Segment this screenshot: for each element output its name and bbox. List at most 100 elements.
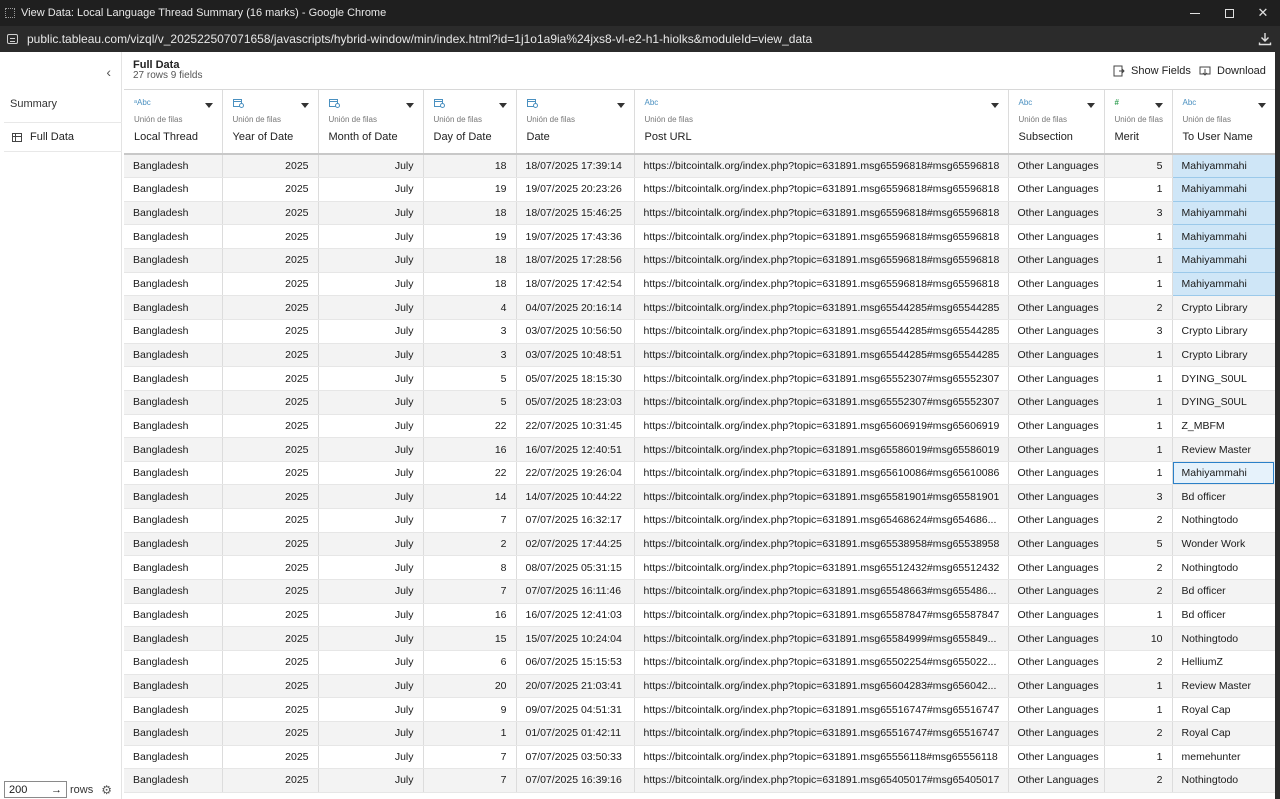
collapse-sidebar-icon[interactable]: ‹ (106, 64, 111, 80)
table-cell[interactable]: 7 (423, 745, 517, 770)
table-cell[interactable]: Bangladesh (124, 343, 223, 368)
table-row[interactable]: Bangladesh 2025 July 20 20/07/2025 21:03:41 h… (124, 674, 1275, 699)
table-cell[interactable]: Crypto Library (1172, 343, 1275, 368)
table-cell[interactable]: https://bitcointalk.org/index.php?topic=… (634, 224, 1009, 250)
table-cell[interactable]: Bangladesh (124, 697, 223, 722)
table-cell[interactable]: Nothingtodo (1172, 555, 1275, 581)
rows-input[interactable]: 200 → (4, 781, 67, 798)
table-cell[interactable]: HelliumZ (1172, 650, 1275, 675)
table-row[interactable]: Bangladesh 2025 July 2 02/07/2025 17:44:25 ht… (124, 532, 1275, 557)
table-cell[interactable]: 22/07/2025 19:26:04 (516, 461, 635, 486)
table-cell[interactable]: Bangladesh (124, 272, 223, 297)
table-cell[interactable]: 7 (423, 768, 517, 793)
table-cell[interactable]: July (318, 697, 424, 722)
table-cell[interactable]: 1 (1104, 414, 1173, 439)
table-cell[interactable]: https://bitcointalk.org/index.php?topic=… (634, 745, 1009, 770)
table-cell[interactable]: https://bitcointalk.org/index.php?topic=… (634, 768, 1009, 793)
table-cell[interactable]: Bangladesh (124, 177, 223, 202)
table-row[interactable]: Bangladesh 2025 July 7 07/07/2025 16:39:16 ht… (124, 768, 1275, 793)
table-cell[interactable]: 2025 (222, 343, 319, 368)
table-cell[interactable]: 2 (1104, 508, 1173, 533)
table-row[interactable]: Bangladesh 2025 July 18 18/07/2025 15:46:25 h… (124, 200, 1275, 226)
table-cell[interactable]: https://bitcointalk.org/index.php?topic=… (634, 697, 1009, 722)
table-cell[interactable]: https://bitcointalk.org/index.php?topic=… (634, 508, 1009, 533)
table-cell[interactable]: 2025 (222, 295, 319, 320)
table-cell[interactable]: 1 (1104, 177, 1173, 202)
table-cell[interactable]: 1 (1104, 343, 1173, 368)
table-row[interactable]: Bangladesh 2025 July 15 15/07/2025 10:24:04 h… (124, 626, 1275, 651)
table-cell[interactable]: Other Languages (1008, 224, 1105, 250)
table-cell[interactable]: https://bitcointalk.org/index.php?topic=… (634, 272, 1009, 297)
table-cell[interactable]: 07/07/2025 16:39:16 (516, 768, 635, 793)
table-cell[interactable]: 2025 (222, 366, 319, 391)
table-cell[interactable]: https://bitcointalk.org/index.php?topic=… (634, 201, 1009, 226)
table-cell[interactable]: July (318, 650, 424, 675)
column-header[interactable]: Abc Unión de filas To User Name (1172, 90, 1275, 155)
table-cell[interactable]: 1 (423, 721, 517, 746)
table-cell[interactable]: 2025 (222, 697, 319, 722)
table-cell[interactable]: Bd officer (1172, 579, 1275, 604)
table-cell[interactable]: 09/07/2025 04:51:31 (516, 697, 635, 722)
table-cell[interactable]: 1 (1104, 437, 1173, 462)
table-cell[interactable]: 2025 (222, 508, 319, 533)
table-cell[interactable]: Bangladesh (124, 366, 223, 391)
table-cell[interactable]: DYING_S0UL (1172, 366, 1275, 391)
table-cell[interactable]: 2 (1104, 555, 1173, 581)
table-cell[interactable]: 14 (423, 484, 517, 510)
table-cell[interactable]: July (318, 532, 424, 557)
sidebar-item-full-data[interactable]: Full Data (4, 122, 122, 152)
table-cell[interactable]: Other Languages (1008, 745, 1105, 770)
table-cell[interactable]: 2025 (222, 461, 319, 486)
table-cell[interactable]: 07/07/2025 03:50:33 (516, 745, 635, 770)
table-cell[interactable]: https://bitcointalk.org/index.php?topic=… (634, 532, 1009, 557)
table-cell[interactable]: 1 (1104, 603, 1173, 628)
table-row[interactable]: Bangladesh 2025 July 9 09/07/2025 04:51:31 ht… (124, 697, 1275, 722)
table-cell[interactable]: 15/07/2025 10:24:04 (516, 626, 635, 651)
table-cell[interactable]: 18 (423, 272, 517, 297)
table-cell[interactable]: July (318, 414, 424, 439)
table-cell[interactable]: July (318, 319, 424, 344)
table-cell[interactable]: 1 (1104, 366, 1173, 391)
table-cell[interactable]: Other Languages (1008, 319, 1105, 344)
table-cell[interactable]: 18/07/2025 17:39:14 (516, 154, 635, 179)
table-cell[interactable]: 1 (1104, 461, 1173, 486)
table-cell[interactable]: https://bitcointalk.org/index.php?topic=… (634, 319, 1009, 344)
table-cell[interactable]: Bangladesh (124, 154, 223, 179)
table-cell[interactable]: 5 (423, 390, 517, 415)
table-cell[interactable]: 03/07/2025 10:56:50 (516, 319, 635, 344)
table-cell[interactable]: https://bitcointalk.org/index.php?topic=… (634, 484, 1009, 510)
table-cell[interactable]: July (318, 745, 424, 770)
table-cell[interactable]: 02/07/2025 17:44:25 (516, 532, 635, 557)
table-cell[interactable]: 2 (1104, 650, 1173, 675)
table-cell[interactable]: 19 (423, 224, 517, 250)
table-cell[interactable]: https://bitcointalk.org/index.php?topic=… (634, 177, 1009, 202)
table-row[interactable]: Bangladesh 2025 July 5 05/07/2025 18:23:03 ht… (124, 390, 1275, 415)
table-cell[interactable]: Other Languages (1008, 650, 1105, 675)
table-cell[interactable]: July (318, 674, 424, 699)
table-cell[interactable]: Other Languages (1008, 437, 1105, 462)
table-cell[interactable]: Crypto Library (1172, 319, 1275, 344)
table-cell[interactable]: 2025 (222, 674, 319, 699)
table-cell[interactable]: 07/07/2025 16:32:17 (516, 508, 635, 533)
table-cell[interactable]: Mahiyammahi (1171, 153, 1275, 179)
table-cell[interactable]: 2025 (222, 603, 319, 628)
table-cell[interactable]: 2025 (222, 224, 319, 250)
table-cell[interactable]: 2025 (222, 555, 319, 581)
sidebar-item-summary[interactable]: Summary (10, 98, 57, 110)
table-cell[interactable]: https://bitcointalk.org/index.php?topic=… (634, 437, 1009, 462)
table-cell[interactable]: Mahiyammahi (1171, 177, 1275, 202)
table-row[interactable]: Bangladesh 2025 July 18 18/07/2025 17:39:14 h… (124, 153, 1275, 179)
table-cell[interactable]: Other Languages (1008, 177, 1105, 202)
table-cell[interactable]: July (318, 295, 424, 320)
table-row[interactable]: Bangladesh 2025 July 4 04/07/2025 20:16:14 ht… (124, 295, 1275, 320)
table-cell[interactable]: Other Languages (1008, 343, 1105, 368)
table-cell[interactable]: 1 (1104, 272, 1173, 297)
site-info-icon[interactable] (7, 34, 18, 44)
chrome-download-button[interactable] (1250, 26, 1280, 52)
table-cell[interactable]: 8 (423, 555, 517, 581)
table-cell[interactable]: Mahiyammahi (1171, 200, 1275, 226)
table-cell[interactable]: Bangladesh (124, 555, 223, 581)
table-row[interactable]: Bangladesh 2025 July 16 16/07/2025 12:41:03 h… (124, 603, 1275, 628)
table-row[interactable]: Bangladesh 2025 July 16 16/07/2025 12:40:51 h… (124, 437, 1275, 462)
table-cell[interactable]: memehunter (1172, 745, 1275, 770)
